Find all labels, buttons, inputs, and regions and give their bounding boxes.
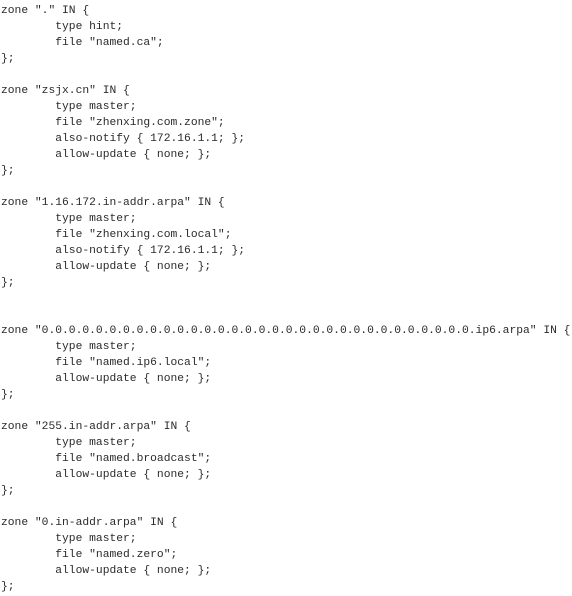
text-line: file "named.broadcast";	[1, 453, 212, 465]
text-line	[1, 499, 572, 515]
text-line: zone "0.0.0.0.0.0.0.0.0.0.0.0.0.0.0.0.0.…	[1, 325, 571, 337]
text-line	[1, 307, 572, 323]
text-line: type master;	[1, 341, 137, 353]
text-line: allow-update { none; };	[1, 149, 212, 161]
text-line	[1, 179, 572, 195]
text-line: zone "." IN {	[1, 5, 90, 17]
text-line: type master;	[1, 101, 137, 113]
text-line: zone "1.16.172.in-addr.arpa" IN {	[1, 197, 225, 209]
text-line: zone "255.in-addr.arpa" IN {	[1, 421, 191, 433]
text-line: allow-update { none; };	[1, 469, 212, 481]
text-line: file "named.ca";	[1, 37, 164, 49]
text-line: type master;	[1, 213, 137, 225]
text-line: file "named.ip6.local";	[1, 357, 212, 369]
text-line: type master;	[1, 533, 137, 545]
text-line: file "zhenxing.com.local";	[1, 229, 232, 241]
text-line	[1, 67, 572, 83]
text-line: type hint;	[1, 21, 124, 33]
config-document: zone "." IN { type hint; file "named.ca"…	[1, 3, 572, 595]
text-line: };	[1, 165, 15, 177]
text-line: };	[1, 389, 15, 401]
text-line	[1, 403, 572, 419]
text-line: zone "zsjx.cn" IN {	[1, 85, 130, 97]
text-line: also-notify { 172.16.1.1; };	[1, 133, 246, 145]
text-line	[1, 291, 572, 307]
text-line: zone "0.in-addr.arpa" IN {	[1, 517, 178, 529]
text-line: };	[1, 53, 15, 65]
text-line: };	[1, 277, 15, 289]
text-line: file "named.zero";	[1, 549, 178, 561]
text-line: allow-update { none; };	[1, 261, 212, 273]
text-line: also-notify { 172.16.1.1; };	[1, 245, 246, 257]
text-line: file "zhenxing.com.zone";	[1, 117, 225, 129]
text-line: allow-update { none; };	[1, 565, 212, 577]
text-line: };	[1, 485, 15, 497]
text-line: allow-update { none; };	[1, 373, 212, 385]
text-line: type master;	[1, 437, 137, 449]
text-line: };	[1, 581, 15, 593]
